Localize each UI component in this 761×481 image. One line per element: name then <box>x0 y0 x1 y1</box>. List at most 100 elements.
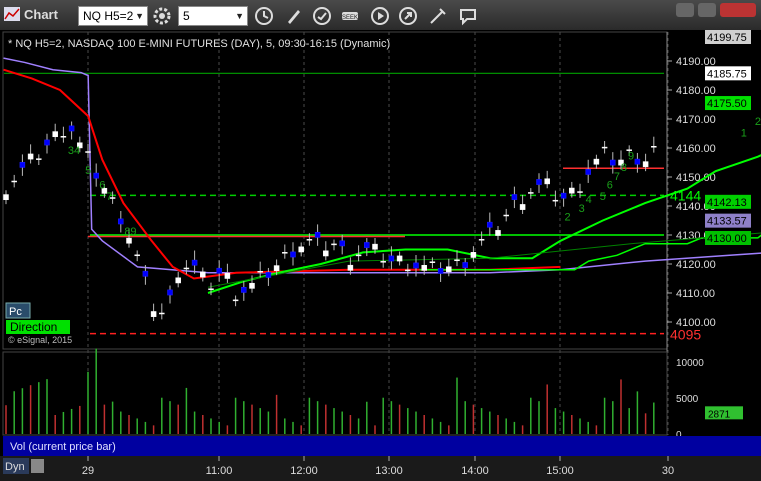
up-candle <box>85 151 91 153</box>
maximize-button[interactable] <box>698 3 716 17</box>
count-label: 4 <box>586 194 592 206</box>
up-candle <box>593 158 600 165</box>
down-candle <box>536 179 542 185</box>
up-candle <box>601 146 608 149</box>
count-label: 7 <box>614 171 620 183</box>
down-candle <box>388 255 395 262</box>
settings-gear-icon[interactable] <box>152 6 172 26</box>
down-candle <box>413 262 419 269</box>
up-candle <box>569 187 575 194</box>
down-candle <box>93 172 99 179</box>
time-tick-label: 12:00 <box>290 465 318 477</box>
interval-value: 5 <box>183 9 190 23</box>
down-candle <box>487 221 493 228</box>
up-candle <box>470 252 477 258</box>
up-candle <box>224 273 231 279</box>
down-candle <box>462 262 468 268</box>
pin-icon[interactable] <box>428 6 448 26</box>
price-tick-label: 4160.00 <box>676 143 716 155</box>
up-candle <box>282 252 288 254</box>
time-tick-label: 14:00 <box>461 465 489 477</box>
chevron-down-icon[interactable]: ▼ <box>135 7 144 25</box>
up-candle <box>52 131 58 138</box>
count-label: 5 <box>600 191 606 203</box>
chart-window-icon <box>4 7 20 21</box>
interval-input[interactable]: 5 ▼ <box>178 6 248 26</box>
up-candle <box>519 204 526 210</box>
down-candle <box>511 194 518 200</box>
up-candle <box>503 214 509 217</box>
symbol-input[interactable]: NQ H5=2 ▼ <box>78 6 148 26</box>
chart-area[interactable]: 4190.004180.004170.004160.004150.004140.… <box>0 30 761 481</box>
watermark: © eSignal, 2015 <box>8 335 72 345</box>
down-candle <box>290 251 296 258</box>
up-candle <box>3 194 9 201</box>
comment-icon[interactable] <box>458 6 478 26</box>
up-candle <box>126 237 132 244</box>
up-candle <box>421 265 427 271</box>
count-label: 5 <box>85 165 91 177</box>
up-candle <box>323 250 329 257</box>
up-candle <box>208 288 214 290</box>
volume-tick-label: 10000 <box>676 358 704 369</box>
price-tick-label: 4180.00 <box>676 85 716 97</box>
up-candle <box>11 180 17 183</box>
up-candle <box>577 191 583 193</box>
minimize-button[interactable] <box>676 3 694 17</box>
chart-header: * NQ H5=2, NASDAQ 100 E-MINI FUTURES (DA… <box>8 38 390 50</box>
volume-label: Vol (current price bar) <box>10 441 116 453</box>
time-tick-label: 11:00 <box>206 465 233 477</box>
up-candle <box>372 243 378 250</box>
down-candle <box>241 287 247 293</box>
chevron-down-icon[interactable]: ▼ <box>235 7 244 25</box>
window-title: Chart <box>24 7 58 22</box>
last-price-text: 4185.75 <box>707 68 747 80</box>
purple-price-text: 4133.57 <box>707 216 747 228</box>
clock-icon[interactable] <box>254 6 274 26</box>
up-candle <box>380 261 386 263</box>
green-trail-price-text: 4175.50 <box>707 98 747 110</box>
down-candle <box>339 240 345 247</box>
up-candle <box>651 146 657 148</box>
play-icon[interactable] <box>370 6 390 26</box>
up-candle <box>355 254 362 257</box>
link-icon[interactable] <box>398 6 418 26</box>
seek-icon[interactable]: SEEK <box>340 6 360 26</box>
pencil-draw-icon[interactable] <box>284 6 304 26</box>
up-candle <box>36 158 42 160</box>
down-candle <box>191 259 198 266</box>
up-candle <box>347 264 354 271</box>
price-tick-label: 4110.00 <box>676 288 715 300</box>
up-candle <box>175 277 181 284</box>
up-candle <box>232 299 239 302</box>
green-flat-price-text: 4130.00 <box>707 233 747 245</box>
up-candle <box>478 239 485 241</box>
down-candle <box>437 268 444 274</box>
down-candle <box>19 161 26 168</box>
level-label-4095: 4095 <box>670 327 701 343</box>
up-candle <box>495 230 501 236</box>
up-candle <box>544 178 550 185</box>
count-label: 9 <box>628 151 634 163</box>
lock-icon[interactable] <box>31 459 44 473</box>
count-label: 2 <box>755 116 761 128</box>
price-tick-label: 4120.00 <box>676 259 716 271</box>
down-candle <box>118 218 124 225</box>
up-candle <box>273 265 280 272</box>
up-candle <box>405 269 411 272</box>
up-candle <box>150 311 157 317</box>
up-candle <box>642 161 649 168</box>
refresh-icon[interactable] <box>312 6 332 26</box>
count-label: 34 <box>68 145 80 157</box>
up-candle <box>200 271 206 278</box>
up-candle <box>396 255 403 262</box>
up-candle <box>27 153 34 160</box>
up-candle <box>528 192 534 194</box>
up-candle <box>331 243 337 246</box>
up-candle <box>446 266 452 273</box>
up-candle <box>249 282 255 289</box>
down-candle <box>585 169 591 175</box>
close-button[interactable] <box>720 3 756 17</box>
up-candle <box>298 246 304 253</box>
up-candle <box>306 239 313 241</box>
